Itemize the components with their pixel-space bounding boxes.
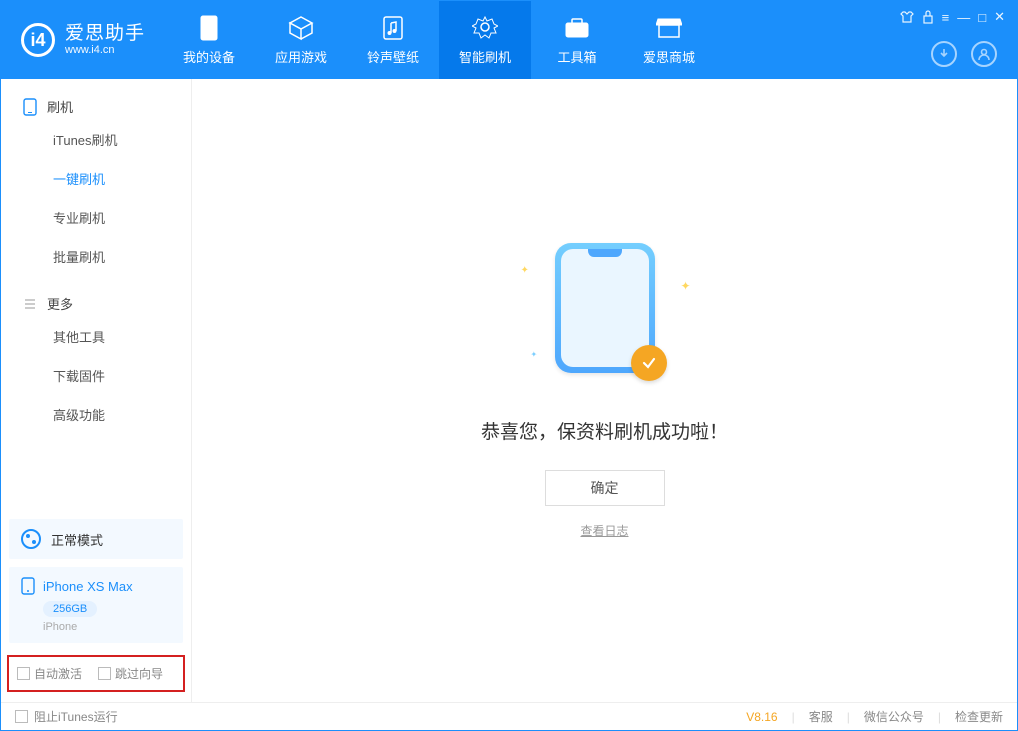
nav-label: 爱思商城	[643, 47, 695, 66]
check-update-link[interactable]: 检查更新	[955, 708, 1003, 725]
sidebar-group-label: 刷机	[47, 97, 73, 116]
status-bar: 阻止iTunes运行 V8.16 | 客服 | 微信公众号 | 检查更新	[1, 702, 1017, 730]
cube-icon	[288, 15, 314, 41]
logo-icon: i4	[21, 23, 55, 57]
sidebar: 刷机 iTunes刷机 一键刷机 专业刷机 批量刷机 更多 其他工具 下载固件 …	[1, 79, 192, 702]
view-log-link[interactable]: 查看日志	[580, 522, 628, 539]
lock-icon[interactable]	[922, 9, 934, 25]
download-icon[interactable]	[931, 41, 957, 67]
sidebar-group-label: 更多	[47, 294, 73, 313]
nav-label: 应用游戏	[275, 47, 327, 66]
version-label: V8.16	[746, 710, 777, 724]
checkbox-label: 阻止iTunes运行	[34, 708, 118, 725]
menu-icon[interactable]: ≡	[942, 9, 950, 25]
main-content: ✦ ✦ ✦ 恭喜您，保资料刷机成功啦！ 确定 查看日志	[192, 79, 1017, 702]
nav-flash[interactable]: 智能刷机	[439, 1, 531, 79]
sidebar-item-advanced[interactable]: 高级功能	[1, 395, 191, 434]
result-headline: 恭喜您，保资料刷机成功啦！	[481, 417, 728, 444]
sidebar-group-flash[interactable]: 刷机	[1, 79, 191, 120]
nav-store[interactable]: 爱思商城	[623, 1, 715, 79]
support-link[interactable]: 客服	[809, 708, 833, 725]
window-controls: ≡ — □ ✕	[900, 9, 1005, 25]
nav-my-device[interactable]: 我的设备	[163, 1, 255, 79]
sidebar-group-more[interactable]: 更多	[1, 276, 191, 317]
nav-label: 智能刷机	[459, 47, 511, 66]
nav-apps[interactable]: 应用游戏	[255, 1, 347, 79]
list-icon	[23, 297, 37, 311]
sidebar-item-itunes-flash[interactable]: iTunes刷机	[1, 120, 191, 159]
phone-icon	[23, 98, 37, 116]
brand-url: www.i4.cn	[65, 44, 145, 56]
skip-guide-checkbox[interactable]: 跳过向导	[98, 665, 163, 682]
result-illustration: ✦ ✦ ✦	[555, 243, 655, 373]
minimize-icon[interactable]: —	[957, 9, 970, 25]
refresh-icon	[472, 15, 498, 41]
device-icon	[21, 577, 35, 595]
device-type: iPhone	[43, 621, 171, 633]
device-box[interactable]: iPhone XS Max 256GB iPhone	[9, 567, 183, 643]
checkbox-label: 跳过向导	[115, 665, 163, 682]
brand-logo: i4 爱思助手 www.i4.cn	[1, 1, 163, 79]
nav-tools[interactable]: 工具箱	[531, 1, 623, 79]
mode-label: 正常模式	[51, 530, 103, 549]
sidebar-item-download-firmware[interactable]: 下载固件	[1, 356, 191, 395]
user-icon[interactable]	[971, 41, 997, 67]
mode-icon	[21, 529, 41, 549]
store-icon	[656, 15, 682, 41]
sidebar-item-other-tools[interactable]: 其他工具	[1, 317, 191, 356]
phone-illustration	[555, 243, 655, 373]
auto-activate-checkbox[interactable]: 自动激活	[17, 665, 82, 682]
brand-name: 爱思助手	[65, 24, 145, 45]
sidebar-item-batch-flash[interactable]: 批量刷机	[1, 237, 191, 276]
app-header: i4 爱思助手 www.i4.cn 我的设备 应用游戏 铃声壁纸 智能刷机 工具…	[1, 1, 1017, 79]
nav-label: 我的设备	[183, 47, 235, 66]
wechat-link[interactable]: 微信公众号	[864, 708, 924, 725]
device-name: iPhone XS Max	[43, 579, 133, 594]
nav-label: 铃声壁纸	[367, 47, 419, 66]
device-icon	[196, 15, 222, 41]
close-icon[interactable]: ✕	[994, 9, 1005, 25]
maximize-icon[interactable]: □	[978, 9, 986, 25]
success-check-icon	[631, 345, 667, 381]
main-nav: 我的设备 应用游戏 铃声壁纸 智能刷机 工具箱 爱思商城	[163, 1, 715, 79]
checkbox-label: 自动激活	[34, 665, 82, 682]
device-storage: 256GB	[43, 601, 97, 617]
music-icon	[380, 15, 406, 41]
sidebar-item-pro-flash[interactable]: 专业刷机	[1, 198, 191, 237]
block-itunes-checkbox[interactable]: 阻止iTunes运行	[15, 708, 118, 725]
nav-label: 工具箱	[558, 47, 597, 66]
mode-box[interactable]: 正常模式	[9, 519, 183, 559]
confirm-button[interactable]: 确定	[545, 470, 665, 506]
toolbox-icon	[564, 15, 590, 41]
tshirt-icon[interactable]	[900, 9, 914, 25]
options-row: 自动激活 跳过向导	[7, 655, 185, 692]
sidebar-item-oneclick-flash[interactable]: 一键刷机	[1, 159, 191, 198]
nav-ringtone[interactable]: 铃声壁纸	[347, 1, 439, 79]
